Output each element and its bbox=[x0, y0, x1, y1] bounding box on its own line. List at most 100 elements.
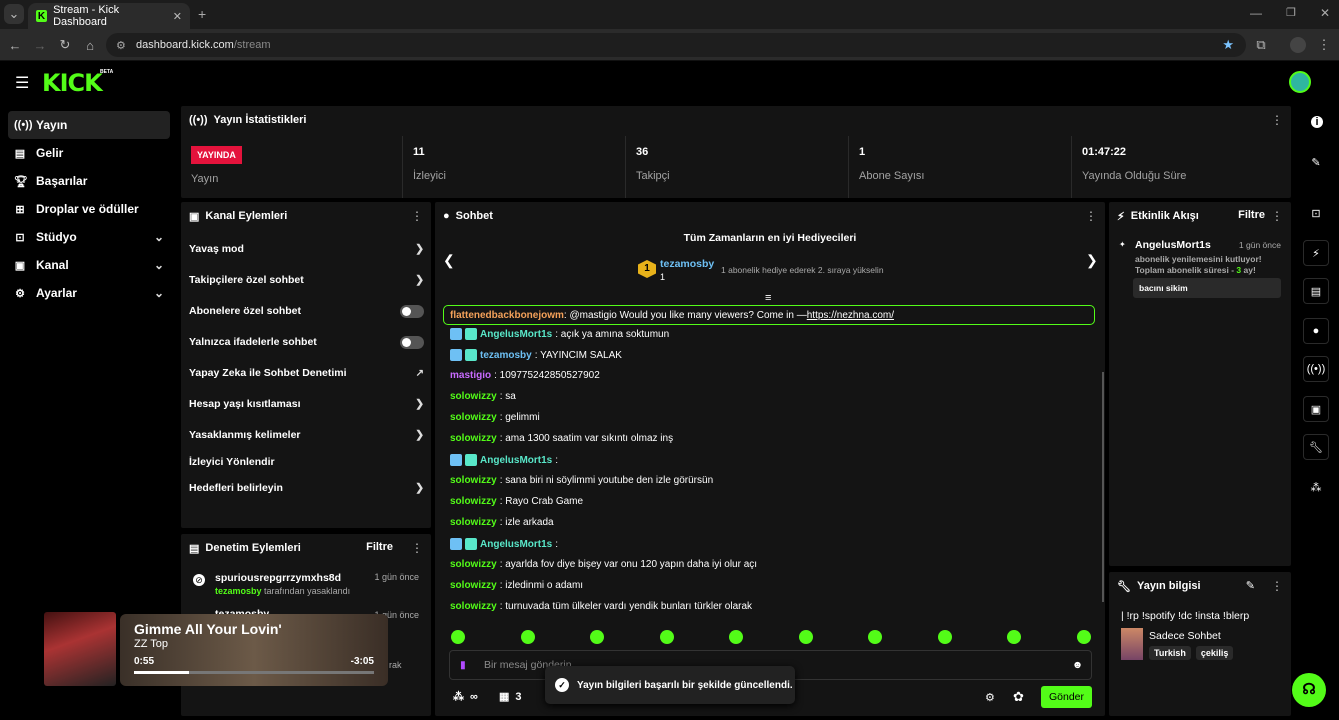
emote-icon[interactable] bbox=[590, 630, 604, 644]
action-banned-words[interactable]: Yasaklanmış kelimeler ❯ bbox=[189, 429, 424, 441]
action-emote-only[interactable]: Yalnızca ifadelerle sohbet bbox=[189, 335, 424, 349]
media-player-card[interactable]: Gimme All Your Lovin' ZZ Top 0:55 -3:05 bbox=[120, 614, 388, 686]
chat-username[interactable]: solowizzy bbox=[450, 601, 497, 612]
sidebar-item-studyo[interactable]: ⊡ Stüdyo ⌄ bbox=[8, 223, 170, 251]
emoji-icon[interactable]: ☻ bbox=[1072, 659, 1083, 671]
chat-username[interactable]: AngelusMort1s bbox=[480, 539, 552, 550]
emote-icon[interactable] bbox=[868, 630, 882, 644]
sidebar-item-yayin[interactable]: ((•)) Yayın bbox=[8, 111, 170, 139]
emote-icon[interactable] bbox=[937, 630, 952, 644]
emote-icon[interactable] bbox=[451, 630, 465, 644]
support-headset-icon[interactable]: ☊ bbox=[1292, 673, 1326, 707]
sidebar-item-droplar[interactable]: ⊞ Droplar ve ödüller bbox=[8, 195, 170, 223]
chat-username[interactable]: solowizzy bbox=[450, 475, 497, 486]
layout-icon[interactable]: ▣ bbox=[1303, 396, 1329, 422]
filter-button[interactable]: Filtre bbox=[366, 541, 393, 553]
action-subs-only[interactable]: Abonelere özel sohbet bbox=[189, 304, 424, 318]
chat-scrollbar[interactable] bbox=[1102, 372, 1104, 602]
document-icon[interactable]: ▤ bbox=[1303, 278, 1329, 304]
screen-icon[interactable]: ⊡ bbox=[1303, 200, 1329, 226]
media-progress-track[interactable] bbox=[134, 671, 374, 674]
chat-username[interactable]: solowizzy bbox=[450, 580, 497, 591]
moderator-name[interactable]: tezamosby bbox=[215, 586, 262, 596]
home-icon[interactable]: ⌂ bbox=[79, 34, 101, 56]
chat-username[interactable]: AngelusMort1s bbox=[480, 455, 552, 466]
reload-icon[interactable]: ↻ bbox=[54, 34, 76, 56]
chat-settings-icon[interactable]: ⚙ bbox=[985, 691, 995, 704]
pinned-message[interactable]: flattenedbackbonejowm: @mastigio Would y… bbox=[443, 305, 1095, 325]
emote-icon[interactable] bbox=[1076, 630, 1091, 644]
action-account-age[interactable]: Hesap yaşı kısıtlaması ❯ bbox=[189, 398, 424, 410]
emote-only-toggle[interactable] bbox=[400, 335, 424, 349]
browser-tab[interactable]: K Stream - Kick Dashboard ✕ bbox=[28, 3, 190, 29]
category-thumbnail[interactable] bbox=[1121, 628, 1143, 660]
more-options-icon[interactable]: ⋮ bbox=[411, 541, 423, 555]
action-raid[interactable]: İzleyici Yönlendir bbox=[189, 456, 424, 468]
top-gifter-name[interactable]: tezamosby bbox=[660, 258, 714, 270]
user-avatar[interactable] bbox=[1289, 71, 1311, 93]
broadcast-icon[interactable]: ((•)) bbox=[1303, 356, 1329, 382]
sidebar-item-ayarlar[interactable]: ⚙ Ayarlar ⌄ bbox=[8, 279, 170, 307]
chat-username[interactable]: tezamosby bbox=[480, 350, 532, 361]
pinned-user[interactable]: flattenedbackbonejowm bbox=[450, 310, 564, 321]
chat-username[interactable]: solowizzy bbox=[450, 517, 497, 528]
url-field[interactable]: ⚙ dashboard.kick.com/stream ★ bbox=[106, 33, 1246, 57]
chat-username[interactable]: solowizzy bbox=[450, 496, 497, 507]
sidebar-item-gelir[interactable]: ▤ Gelir bbox=[8, 139, 170, 167]
info-icon[interactable]: i bbox=[1311, 116, 1323, 128]
bookmark-star-icon[interactable]: ★ bbox=[1222, 37, 1234, 53]
chevron-left-icon[interactable]: ❮ bbox=[443, 252, 455, 269]
apps-icon[interactable]: ⁂ bbox=[1303, 474, 1329, 500]
restore-icon[interactable]: ❐ bbox=[1286, 6, 1296, 19]
tag[interactable]: çekiliş bbox=[1195, 646, 1234, 660]
sidebar-item-basarilar[interactable]: 🏆︎ Başarılar bbox=[8, 167, 170, 195]
pinned-link[interactable]: https://nezhna.com/ bbox=[807, 310, 894, 321]
emote-icon[interactable] bbox=[798, 630, 813, 644]
more-options-icon[interactable]: ⋮ bbox=[411, 209, 423, 223]
site-info-icon[interactable]: ⚙ bbox=[116, 39, 126, 52]
points-display[interactable]: ⁂ ∞ bbox=[453, 690, 478, 704]
emote-icon[interactable] bbox=[1007, 630, 1021, 644]
tag[interactable]: Turkish bbox=[1149, 646, 1191, 660]
chat-username[interactable]: solowizzy bbox=[450, 433, 497, 444]
close-icon[interactable]: ✕ bbox=[173, 10, 182, 23]
forward-icon[interactable]: → bbox=[29, 34, 51, 56]
extensions-icon[interactable]: ⧉ bbox=[1250, 34, 1272, 56]
emote-icon[interactable] bbox=[520, 630, 535, 644]
chevron-right-icon[interactable]: ❯ bbox=[1086, 252, 1098, 269]
more-options-icon[interactable]: ⋮ bbox=[1271, 579, 1283, 593]
bolt-icon[interactable]: ⚡︎ bbox=[1303, 240, 1329, 266]
more-options-icon[interactable]: ⋮ bbox=[1271, 209, 1283, 223]
menu-dots-icon[interactable]: ⋮ bbox=[1313, 34, 1335, 56]
collapse-icon[interactable]: ≡ bbox=[765, 292, 771, 304]
window-close-icon[interactable]: ✕ bbox=[1320, 6, 1330, 20]
chat-username[interactable]: solowizzy bbox=[450, 391, 497, 402]
filter-button[interactable]: Filtre bbox=[1238, 209, 1265, 221]
more-options-icon[interactable]: ⋮ bbox=[1271, 113, 1283, 127]
subs-only-toggle[interactable] bbox=[400, 304, 424, 318]
chat-username[interactable]: solowizzy bbox=[450, 412, 497, 423]
wrench-icon[interactable]: 🔧︎ bbox=[1303, 434, 1329, 460]
event-user[interactable]: AngelusMort1s bbox=[1135, 239, 1211, 251]
chat-username[interactable]: solowizzy bbox=[450, 559, 497, 570]
category-name[interactable]: Sadece Sohbet bbox=[1149, 630, 1221, 642]
minimize-icon[interactable]: — bbox=[1250, 6, 1262, 20]
send-button[interactable]: Gönder bbox=[1041, 686, 1092, 708]
action-set-goals[interactable]: Hedefleri belirleyin ❯ bbox=[189, 482, 424, 494]
kick-logo[interactable]: KICK bbox=[42, 69, 103, 97]
chat-icon[interactable]: ● bbox=[1303, 318, 1329, 344]
tab-search-icon[interactable]: ⌄ bbox=[4, 4, 24, 24]
edit-icon[interactable]: ✎ bbox=[1246, 579, 1255, 592]
edit-icon[interactable]: ✎ bbox=[1303, 149, 1329, 175]
mod-action-user[interactable]: spuriousrepgrrzymxhs8d bbox=[215, 572, 341, 584]
emote-picker-icon[interactable]: ✿ bbox=[1013, 689, 1024, 705]
emote-icon[interactable] bbox=[659, 630, 674, 644]
emote-icon[interactable] bbox=[729, 630, 743, 644]
chat-username[interactable]: AngelusMort1s bbox=[480, 329, 552, 340]
chat-username[interactable]: mastigio bbox=[450, 370, 491, 381]
sidebar-item-kanal[interactable]: ▣ Kanal ⌄ bbox=[8, 251, 170, 279]
profile-avatar-icon[interactable] bbox=[1290, 37, 1306, 53]
gift-display[interactable]: ▦ 3 bbox=[499, 690, 522, 704]
more-options-icon[interactable]: ⋮ bbox=[1085, 209, 1097, 223]
action-ai-moderation[interactable]: Yapay Zeka ile Sohbet Denetimi ↗ bbox=[189, 367, 424, 379]
